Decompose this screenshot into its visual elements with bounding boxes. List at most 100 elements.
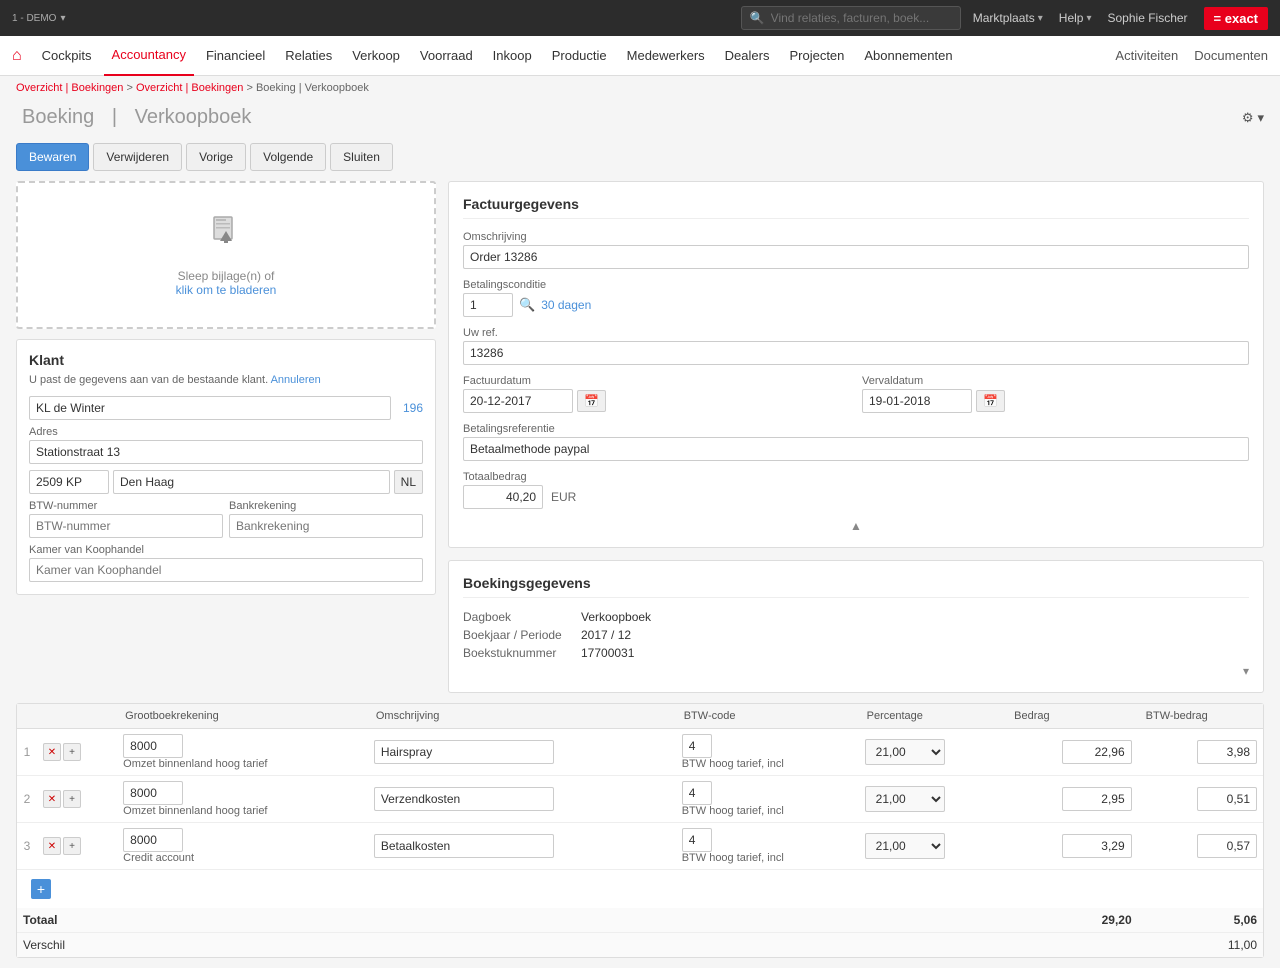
uwref-input[interactable] (463, 341, 1249, 365)
gb-input[interactable] (123, 734, 183, 758)
factuurdatum-cal[interactable]: 📅 (577, 390, 606, 412)
verschil-label-cell: Verschil (17, 933, 1138, 958)
nav-voorraad[interactable]: Voorraad (412, 36, 481, 76)
betaling-row: 🔍 30 dagen (463, 293, 1249, 317)
boekstuknr-value: 17700031 (581, 646, 634, 660)
omschrijving-input[interactable] (463, 245, 1249, 269)
klant-panel: Klant U past de gegevens aan van de best… (16, 339, 436, 595)
settings-icon: ⚙ (1242, 110, 1254, 126)
btw-input[interactable] (1197, 740, 1257, 764)
vervaldatum-input[interactable] (862, 389, 972, 413)
bedrag-input[interactable] (1062, 834, 1132, 858)
btw-code-input[interactable] (682, 828, 712, 852)
nav-inkoop[interactable]: Inkoop (485, 36, 540, 76)
desc-input[interactable] (374, 834, 554, 858)
nav-verkoop[interactable]: Verkoop (344, 36, 408, 76)
pct-select[interactable]: 21,00 (865, 786, 945, 812)
dagboek-label: Dagboek (463, 610, 573, 624)
delete-row-btn[interactable]: ✕ (43, 743, 61, 761)
user-link[interactable]: Sophie Fischer (1108, 11, 1188, 25)
add-row-btn-inline[interactable]: + (63, 837, 81, 855)
documenten-link[interactable]: Documenten (1194, 48, 1268, 63)
btw-desc: BTW hoog tarief, incl (682, 758, 853, 770)
btw-code-input[interactable] (682, 734, 712, 758)
delete-row-btn[interactable]: ✕ (43, 837, 61, 855)
btw-input[interactable] (1197, 834, 1257, 858)
straat-input[interactable] (29, 440, 423, 464)
sluiten-button[interactable]: Sluiten (330, 143, 393, 171)
add-row-btn-inline[interactable]: + (63, 743, 81, 761)
bedrag-input[interactable] (1062, 740, 1132, 764)
nav-productie[interactable]: Productie (544, 36, 615, 76)
title-actions[interactable]: ⚙ ▾ (1242, 110, 1264, 126)
desc-input[interactable] (374, 787, 554, 811)
betalingref-input[interactable] (463, 437, 1249, 461)
btw-cell (1138, 729, 1263, 776)
btw-input[interactable] (29, 514, 223, 538)
attachment-box[interactable]: Sleep bijlage(n) of klik om te bladeren (16, 181, 436, 329)
kvk-row: Kamer van Koophandel (29, 544, 423, 582)
totaal-input[interactable] (463, 485, 543, 509)
th-gb: Grootboekrekening (117, 704, 368, 729)
annuleren-link[interactable]: Annuleren (271, 374, 321, 386)
main-nav: ⌂ Cockpits Accountancy Financieel Relati… (0, 36, 1280, 76)
land-badge[interactable]: NL (394, 470, 423, 494)
breadcrumb-link-1[interactable]: Overzicht | Boekingen (16, 82, 123, 94)
top-links: Marktplaats ▾ Help ▾ Sophie Fischer = ex… (973, 7, 1268, 30)
postcode-input[interactable] (29, 470, 109, 494)
gb-input[interactable] (123, 781, 183, 805)
volgende-button[interactable]: Volgende (250, 143, 326, 171)
nav-abonnementen[interactable]: Abonnementen (856, 36, 960, 76)
home-icon[interactable]: ⌂ (12, 47, 22, 65)
chevron-down-icon: ▾ (1257, 110, 1264, 126)
klant-number[interactable]: 196 (403, 401, 423, 415)
boeking-collapse-btn[interactable]: ▾ (1243, 664, 1249, 678)
nav-projecten[interactable]: Projecten (781, 36, 852, 76)
browse-link[interactable]: klik om te bladeren (176, 283, 277, 297)
klant-name-input[interactable] (29, 396, 391, 420)
bedrag-input[interactable] (1062, 787, 1132, 811)
btw-input[interactable] (1197, 787, 1257, 811)
nav-medewerkers[interactable]: Medewerkers (619, 36, 713, 76)
th-btw: BTW-bedrag (1138, 704, 1263, 729)
breadcrumb-link-2[interactable]: Overzicht | Boekingen (136, 82, 243, 94)
klant-subtitle: U past de gegevens aan van de bestaande … (29, 374, 423, 386)
add-row-button[interactable]: + (31, 879, 51, 899)
nav-accountancy[interactable]: Accountancy (104, 36, 194, 76)
desc-input[interactable] (374, 740, 554, 764)
bank-input[interactable] (229, 514, 423, 538)
nav-dealers[interactable]: Dealers (717, 36, 778, 76)
vervaldatum-label: Vervaldatum (862, 375, 1249, 387)
vorige-button[interactable]: Vorige (186, 143, 246, 171)
bewaren-button[interactable]: Bewaren (16, 143, 89, 171)
marktplaats-link[interactable]: Marktplaats ▾ (973, 11, 1043, 25)
betaling-num-input[interactable] (463, 293, 513, 317)
kvk-label: Kamer van Koophandel (29, 544, 423, 556)
activiteiten-link[interactable]: Activiteiten (1115, 48, 1178, 63)
btw-code-input[interactable] (682, 781, 712, 805)
search-input[interactable] (771, 11, 941, 25)
kvk-input[interactable] (29, 558, 423, 582)
vervaldatum-cal[interactable]: 📅 (976, 390, 1005, 412)
nav-cockpits[interactable]: Cockpits (34, 36, 100, 76)
betaling-link[interactable]: 30 dagen (541, 298, 591, 312)
btw-cell (1138, 776, 1263, 823)
pct-select[interactable]: 21,00 (865, 833, 945, 859)
verwijderen-button[interactable]: Verwijderen (93, 143, 182, 171)
nav-financieel[interactable]: Financieel (198, 36, 273, 76)
pct-cell: 21,00 (859, 823, 1007, 870)
factuur-collapse-btn[interactable]: ▲ (850, 519, 862, 533)
pct-select[interactable]: 21,00 (865, 739, 945, 765)
bedrag-cell (1006, 729, 1137, 776)
demo-selector[interactable]: 1 - DEMO ▾ (12, 13, 65, 24)
delete-row-btn[interactable]: ✕ (43, 790, 61, 808)
factuurdatum-input[interactable] (463, 389, 573, 413)
btw-desc: BTW hoog tarief, incl (682, 852, 853, 864)
add-row-btn-inline[interactable]: + (63, 790, 81, 808)
gb-input[interactable] (123, 828, 183, 852)
stad-input[interactable] (113, 470, 390, 494)
nav-relaties[interactable]: Relaties (277, 36, 340, 76)
right-panels: Factuurgegevens Omschrijving Betalingsco… (448, 181, 1264, 693)
help-link[interactable]: Help ▾ (1059, 11, 1092, 25)
global-search[interactable]: 🔍 (741, 6, 961, 30)
